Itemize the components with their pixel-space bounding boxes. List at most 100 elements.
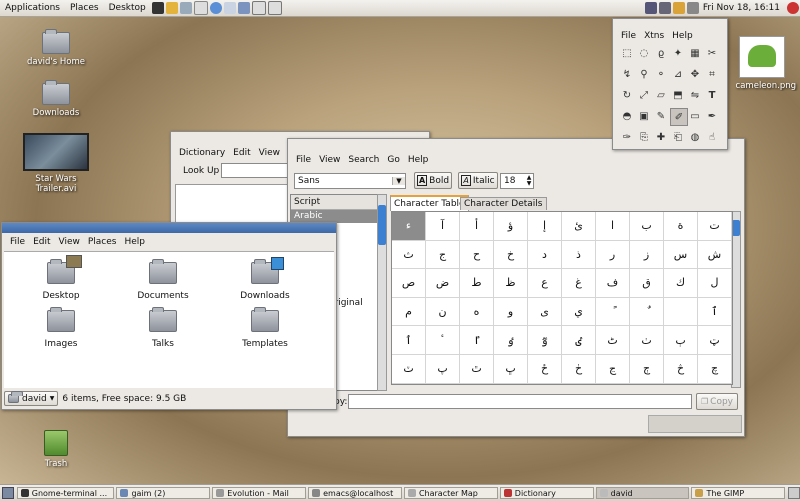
charmap-menu-view[interactable]: View xyxy=(315,155,344,165)
char-cell[interactable]: ة xyxy=(664,212,698,241)
help-menu[interactable]: Help xyxy=(120,237,149,247)
network-icon[interactable] xyxy=(644,2,657,14)
char-cell[interactable]: ڂ xyxy=(562,354,596,384)
gimp-menu-xtns[interactable]: Xtns xyxy=(640,31,668,41)
clock[interactable]: Fri Nov 18, 16:11 xyxy=(700,3,786,13)
charmap-menu-file[interactable]: File xyxy=(292,155,315,165)
ink-icon[interactable]: ✑ xyxy=(619,129,635,145)
char-cell[interactable]: ق xyxy=(630,269,664,298)
evolution-launcher-icon[interactable] xyxy=(179,2,192,14)
char-cell[interactable]: ذ xyxy=(562,240,596,270)
task-gimp[interactable]: The GIMP xyxy=(691,487,786,499)
char-cell[interactable]: د xyxy=(528,240,562,270)
applications-menu[interactable]: Applications xyxy=(0,3,65,13)
flip-icon[interactable]: ⇋ xyxy=(687,87,703,103)
char-cell[interactable]: ص xyxy=(392,269,426,298)
shear-icon[interactable]: ▱ xyxy=(653,87,669,103)
italic-toggle[interactable]: A Italic xyxy=(458,172,498,189)
char-cell[interactable]: ح xyxy=(460,240,494,270)
char-cell[interactable]: ر xyxy=(596,240,630,270)
script-list-scrollbar[interactable] xyxy=(377,194,387,391)
char-cell[interactable]: ٻ xyxy=(664,326,698,355)
char-cell[interactable]: ش xyxy=(698,240,732,270)
char-cell[interactable]: ج xyxy=(426,240,460,270)
char-cell[interactable]: ڃ xyxy=(596,354,630,384)
char-cell[interactable]: ت xyxy=(698,212,732,241)
mail-notifier-icon[interactable] xyxy=(672,2,685,14)
char-cell[interactable]: ٽ xyxy=(392,354,426,384)
dictionary-menu-dictionary[interactable]: Dictionary xyxy=(175,148,229,158)
char-cell[interactable]: ث xyxy=(392,240,426,270)
char-cell[interactable]: ٌ xyxy=(630,297,664,327)
scale-icon[interactable]: ⤢ xyxy=(636,87,652,103)
char-cell[interactable]: و xyxy=(494,297,528,327)
task-terminal[interactable]: Gnome-terminal ... xyxy=(16,487,115,499)
task-dictionary[interactable]: Dictionary xyxy=(499,487,594,499)
move-icon[interactable]: ✥ xyxy=(687,66,703,82)
lasso-icon[interactable]: ϱ xyxy=(653,45,669,61)
char-cell[interactable]: ً xyxy=(596,297,630,327)
char-cell[interactable]: ٿ xyxy=(460,354,494,384)
blur-icon[interactable]: ◍ xyxy=(687,129,703,145)
script-list-header[interactable]: Script xyxy=(291,195,377,210)
char-cell[interactable]: ع xyxy=(528,269,562,298)
gimp-launcher-icon[interactable] xyxy=(165,2,178,14)
blend-icon[interactable]: ▣ xyxy=(636,108,652,124)
desktop-menu[interactable]: Desktop xyxy=(104,3,151,13)
char-cell[interactable]: ٷ xyxy=(528,326,562,355)
font-selector[interactable]: Sans ▼ xyxy=(294,173,406,189)
tab-character-details[interactable]: Character Details xyxy=(460,197,547,210)
text-tool-icon[interactable]: T xyxy=(704,87,720,103)
item-templates[interactable]: Templates xyxy=(230,307,300,349)
logout-icon[interactable] xyxy=(787,2,799,14)
char-cell[interactable]: ٲ xyxy=(392,326,426,355)
places-menu-fb[interactable]: Places xyxy=(84,237,121,247)
airbrush-icon[interactable]: ✒ xyxy=(704,108,720,124)
edit-menu[interactable]: Edit xyxy=(29,237,54,247)
char-cell[interactable]: ٴ xyxy=(426,326,460,355)
char-cell[interactable]: پ xyxy=(426,354,460,384)
item-talks[interactable]: Talks xyxy=(128,307,198,349)
trash-applet-icon[interactable] xyxy=(788,487,800,499)
char-cell[interactable]: س xyxy=(664,240,698,270)
char-cell[interactable]: ٺ xyxy=(630,326,664,355)
char-cell[interactable] xyxy=(664,297,698,327)
gaim-launcher-icon[interactable] xyxy=(237,2,250,14)
char-cell[interactable]: ٵ xyxy=(460,326,494,355)
task-file-browser[interactable]: david xyxy=(595,487,690,499)
char-cell[interactable]: غ xyxy=(562,269,596,298)
char-cell[interactable]: ا xyxy=(596,212,630,241)
char-cell[interactable]: څ xyxy=(664,354,698,384)
rect-select-icon[interactable]: ⬚ xyxy=(619,45,635,61)
task-evolution[interactable]: Evolution - Mail xyxy=(212,487,307,499)
char-cell[interactable]: آ xyxy=(426,212,460,241)
location-dropdown[interactable]: david ▼ xyxy=(4,391,59,406)
char-cell[interactable]: ٱ xyxy=(698,297,732,327)
task-charmap[interactable]: Character Map xyxy=(403,487,498,499)
clone-icon[interactable]: ⎘ xyxy=(636,129,652,145)
gimp-menu-help[interactable]: Help xyxy=(668,31,697,41)
copy-button[interactable]: ❐ Copy xyxy=(696,393,738,410)
char-cell[interactable]: ى xyxy=(528,297,562,327)
char-cell[interactable]: ف xyxy=(596,269,630,298)
workspace-1-icon[interactable] xyxy=(251,1,266,15)
color-picker-icon[interactable]: ⚲ xyxy=(636,66,652,82)
char-cell[interactable]: ڄ xyxy=(630,354,664,384)
ellipse-select-icon[interactable]: ◌ xyxy=(636,45,652,61)
zoom-icon[interactable]: ⚬ xyxy=(653,66,669,82)
crop-icon[interactable]: ⌗ xyxy=(704,66,720,82)
char-cell[interactable]: ظ xyxy=(494,269,528,298)
file-menu[interactable]: File xyxy=(6,237,29,247)
eraser-icon[interactable]: ▭ xyxy=(687,108,703,124)
item-downloads[interactable]: Downloads xyxy=(230,257,300,301)
bold-toggle[interactable]: A Bold xyxy=(414,172,452,189)
places-menu[interactable]: Places xyxy=(65,3,104,13)
perspective-clone-icon[interactable]: ⎗ xyxy=(670,129,686,145)
char-cell[interactable]: ه xyxy=(460,297,494,327)
dictionary-menu-view[interactable]: View xyxy=(255,148,284,158)
char-cell[interactable]: ئ xyxy=(562,212,596,241)
task-gaim[interactable]: gaim (2) xyxy=(116,487,211,499)
dictionary-menu-edit[interactable]: Edit xyxy=(229,148,254,158)
charmap-menu-go[interactable]: Go xyxy=(383,155,403,165)
char-cell[interactable]: ٹ xyxy=(596,326,630,355)
